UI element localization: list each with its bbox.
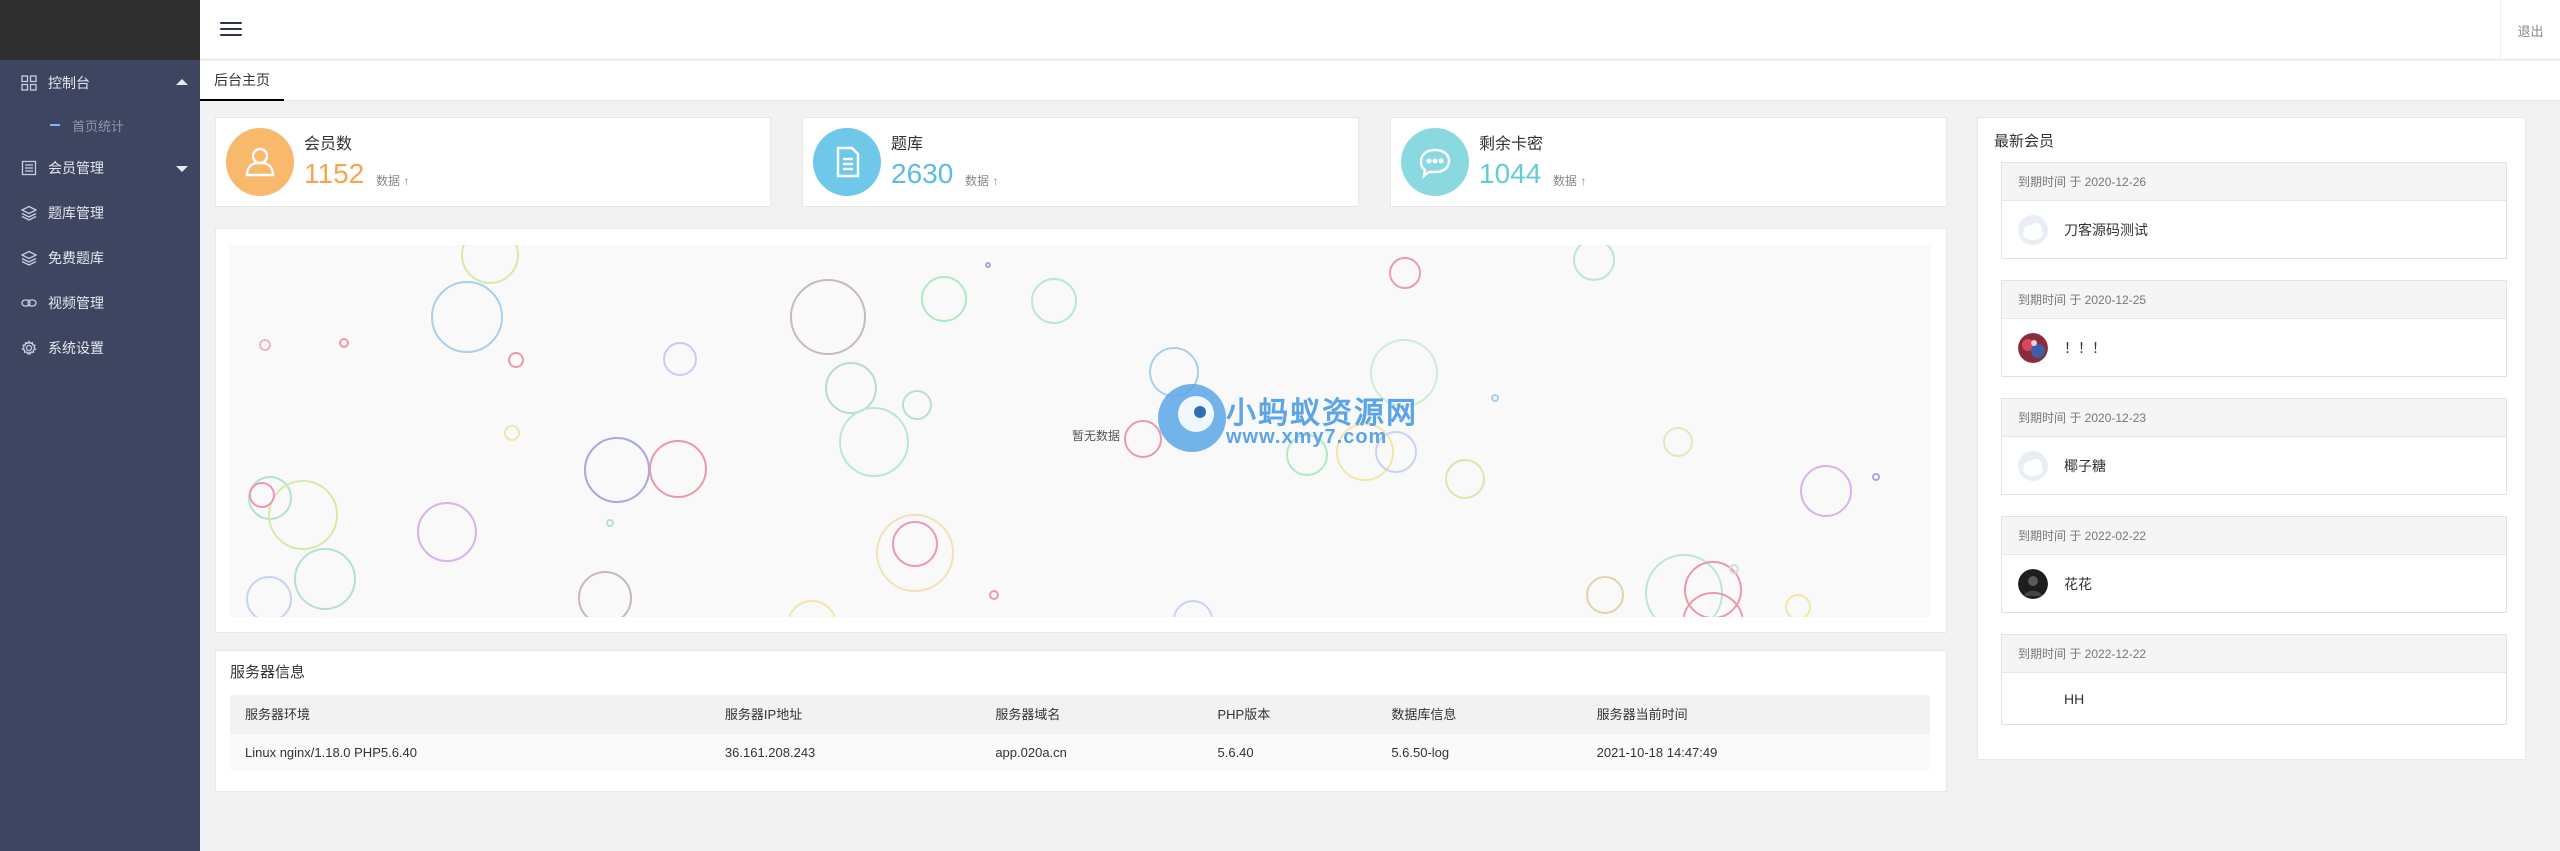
column-header: 服务器IP地址 [709,695,981,733]
stat-card-question-bank: 题库 2630 数据 ↑ [802,117,1359,207]
chevron-up-icon [176,78,188,85]
link-icon [20,294,38,312]
stat-label: 会员数 [304,136,353,153]
sidebar-item-label: 会员管理 [48,159,104,176]
table-row: Linux nginx/1.18.0 PHP5.6.40 36.161.208.… [230,732,1930,771]
member-body: 椰子糖 [2002,437,2506,494]
sidebar-item-label: 控制台 [48,74,90,91]
column-header: 数据库信息 [1376,695,1582,733]
layers-icon [20,204,38,222]
sidebar-item-question-bank[interactable]: 题库管理 [0,190,200,235]
member-expire: 到期时间 于 2020-12-23 [2002,399,2506,437]
chart-area: 暂无数据 [230,245,1930,617]
logo-area [0,0,200,60]
member-body: 刀客源码测试 [2002,201,2506,258]
latest-members-title: 最新会员 [1994,133,2055,150]
member-expire: 到期时间 于 2020-12-25 [2002,281,2506,319]
menu-toggle-icon[interactable] [220,18,242,40]
column-header: 服务器当前时间 [1581,695,1930,733]
member-body: HH [2002,673,2506,724]
chart-panel: 暂无数据 [215,228,1947,633]
member-card: 到期时间 于 2022-02-22 花花 [2001,516,2507,613]
stat-label: 剩余卡密 [1479,136,1544,153]
sidebar-subitem-label: 首页统计 [72,118,125,134]
sidebar-item-label: 视频管理 [48,294,104,311]
stat-value: 1152 [304,158,365,189]
member-card: 到期时间 于 2020-12-25 ！！！ [2001,280,2507,377]
column-header: 服务器环境 [230,695,710,733]
sidebar: 控制台 首页统计 会员管理 题库管理 免费题库 视频管理 系统设置 [0,0,200,851]
stat-value: 1044 [1479,158,1542,189]
table-cell: 5.6.50-log [1376,732,1582,771]
member-expire: 到期时间 于 2022-02-22 [2002,517,2506,555]
member-expire: 到期时间 于 2020-12-26 [2002,163,2506,201]
user-icon [226,128,294,196]
column-header: 服务器域名 [980,695,1203,733]
stat-card-members: 会员数 1152 数据 ↑ [215,117,771,207]
member-name: 椰子糖 [2064,457,2106,474]
member-expire: 到期时间 于 2022-12-22 [2002,635,2506,673]
member-name: 刀客源码测试 [2064,221,2148,238]
sidebar-item-dashboard[interactable]: 控制台 [0,60,200,105]
sidebar-item-settings[interactable]: 系统设置 [0,325,200,370]
table-cell: 36.161.208.243 [709,732,981,771]
stat-sub: 数据 ↑ [965,174,999,188]
ant-logo-icon [1158,384,1226,452]
sidebar-item-members[interactable]: 会员管理 [0,145,200,190]
member-body: 花花 [2002,555,2506,612]
cloud-avatar-icon [2018,450,2048,481]
stat-card-remaining-cards: 剩余卡密 1044 数据 ↑ [1390,117,1947,207]
stat-label: 题库 [891,136,924,153]
latest-members-panel: 最新会员 到期时间 于 2020-12-26 刀客源码测试 到期时间 于 202… [1977,117,2526,760]
active-dash-icon [50,124,60,126]
member-name: HH [2064,690,2085,707]
table-cell: app.020a.cn [980,732,1203,771]
cloud-avatar-icon [2018,214,2048,245]
table-header-row: 服务器环境 服务器IP地址 服务器域名 PHP版本 数据库信息 服务器当前时间 [230,695,1930,733]
logout-button[interactable]: 退出 [2500,0,2560,60]
server-info-panel: 服务器信息 服务器环境 服务器IP地址 服务器域名 PHP版本 数据库信息 服务… [215,650,1947,792]
tab-home[interactable]: 后台主页 [200,61,284,101]
colorful-avatar-icon [2018,332,2048,363]
stat-sub: 数据 ↑ [1553,174,1587,188]
server-info-table: 服务器环境 服务器IP地址 服务器域名 PHP版本 数据库信息 服务器当前时间 … [230,695,1930,771]
member-name: ！！！ [2064,339,2106,356]
member-card: 到期时间 于 2020-12-23 椰子糖 [2001,398,2507,495]
sidebar-subitem-home-stats[interactable]: 首页统计 [0,105,200,145]
document-icon [813,128,881,196]
sidebar-item-label: 免费题库 [48,249,104,266]
dark-avatar-icon [2018,568,2048,599]
layers-icon [20,249,38,267]
chevron-down-icon [176,165,188,172]
tab-bar: 后台主页 [200,61,2560,101]
no-data-label: 暂无数据 [1072,429,1121,443]
stat-sub: 数据 ↑ [376,174,410,188]
sidebar-item-label: 系统设置 [48,339,104,356]
table-cell: Linux nginx/1.18.0 PHP5.6.40 [230,732,710,771]
watermark-url: www.xmy7.com [1226,426,1388,448]
sidebar-menu: 控制台 首页统计 会员管理 题库管理 免费题库 视频管理 系统设置 [0,60,200,370]
member-name: 花花 [2064,575,2092,592]
gear-icon [20,339,38,357]
stat-value: 2630 [891,158,954,189]
sidebar-item-video[interactable]: 视频管理 [0,280,200,325]
member-card: 到期时间 于 2020-12-26 刀客源码测试 [2001,162,2507,259]
member-body: ！！！ [2002,319,2506,376]
top-header: 退出 [200,0,2560,60]
grid-icon [20,74,38,92]
list-icon [20,159,38,177]
sidebar-item-label: 题库管理 [48,204,104,221]
table-cell: 5.6.40 [1202,732,1377,771]
chat-icon [1401,128,1469,196]
table-cell: 2021-10-18 14:47:49 [1581,732,1930,771]
sidebar-item-free-bank[interactable]: 免费题库 [0,235,200,280]
column-header: PHP版本 [1202,695,1377,733]
server-info-title: 服务器信息 [230,664,306,681]
member-card: 到期时间 于 2022-12-22 HH [2001,634,2507,725]
